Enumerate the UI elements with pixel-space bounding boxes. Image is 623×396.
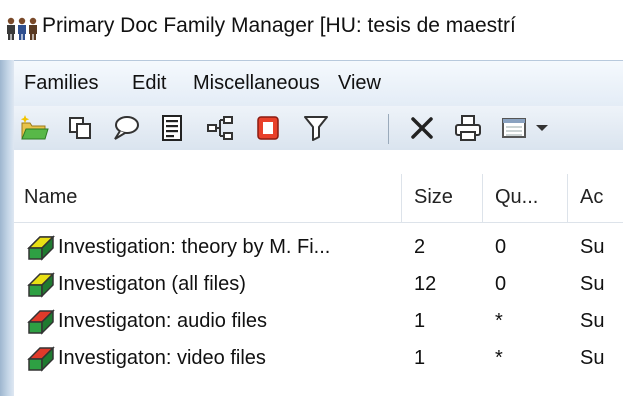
- new-family-button[interactable]: [18, 112, 50, 144]
- copy-button[interactable]: [64, 112, 96, 144]
- row-size: 1: [414, 310, 426, 332]
- row-name: Investigaton: video files: [58, 347, 266, 369]
- row-quotations: *: [495, 347, 503, 369]
- tree-icon: [207, 116, 233, 140]
- view-options-dropdown[interactable]: [532, 112, 552, 144]
- row-quotations: *: [495, 310, 503, 332]
- row-name: Investigation: theory by M. Fi...: [58, 236, 331, 258]
- print-icon: [455, 115, 481, 141]
- people-icon: [7, 17, 37, 40]
- window-title: Primary Doc Family Manager [HU: tesis de…: [42, 14, 516, 37]
- column-header-size[interactable]: Size: [414, 186, 453, 209]
- color-square-icon: [257, 116, 279, 140]
- menu-view[interactable]: View: [338, 72, 381, 95]
- column-header-quotations[interactable]: Qu...: [495, 186, 538, 209]
- properties-icon: [162, 115, 182, 141]
- menu-bar: Families Edit Miscellaneous View: [14, 60, 623, 107]
- row-author: Su: [580, 347, 605, 369]
- column-divider[interactable]: [567, 174, 568, 222]
- family-icon: [27, 272, 55, 298]
- print-button[interactable]: [452, 112, 484, 144]
- row-author: Su: [580, 273, 605, 295]
- delete-icon: [411, 117, 433, 139]
- toolbar: [14, 106, 623, 151]
- copy-icon: [69, 117, 91, 139]
- comment-button[interactable]: [110, 112, 142, 144]
- row-size: 12: [414, 273, 437, 295]
- toolbar-separator: [388, 114, 389, 144]
- table-row[interactable]: Investigation: theory by M. Fi... 2 0 Su: [14, 230, 623, 267]
- families-list: Name Size Qu... Ac Investigation: theory…: [14, 150, 623, 396]
- filter-icon: [304, 116, 328, 141]
- window-frame: [0, 60, 14, 396]
- row-name: Investigaton: audio files: [58, 310, 268, 332]
- row-size: 2: [414, 236, 426, 258]
- delete-button[interactable]: [406, 112, 438, 144]
- menu-edit[interactable]: Edit: [132, 72, 166, 95]
- row-quotations: 0: [495, 236, 507, 258]
- color-button[interactable]: [252, 112, 284, 144]
- view-options-icon: [502, 118, 526, 138]
- comment-icon: [114, 116, 139, 140]
- properties-button[interactable]: [156, 112, 188, 144]
- family-icon: [27, 346, 55, 372]
- column-header-name[interactable]: Name: [24, 186, 77, 209]
- row-quotations: 0: [495, 273, 507, 295]
- row-size: 1: [414, 347, 426, 369]
- menu-miscellaneous[interactable]: Miscellaneous: [193, 72, 320, 95]
- new-family-icon: [20, 115, 49, 140]
- filter-button[interactable]: [300, 112, 332, 144]
- column-divider[interactable]: [482, 174, 483, 222]
- table-row[interactable]: Investigaton: audio files 1 * Su: [14, 304, 623, 341]
- column-divider[interactable]: [401, 174, 402, 222]
- family-icon: [27, 309, 55, 335]
- list-header: Name Size Qu... Ac: [14, 174, 623, 223]
- table-row[interactable]: Investigaton: video files 1 * Su: [14, 341, 623, 378]
- row-author: Su: [580, 310, 605, 332]
- menu-families[interactable]: Families: [24, 72, 98, 95]
- table-row[interactable]: Investigaton (all files) 12 0 Su: [14, 267, 623, 304]
- title-bar: Primary Doc Family Manager [HU: tesis de…: [0, 0, 623, 60]
- column-header-author[interactable]: Ac: [580, 186, 603, 209]
- row-author: Su: [580, 236, 605, 258]
- row-name: Investigaton (all files): [58, 273, 246, 295]
- tree-button[interactable]: [204, 112, 236, 144]
- view-options-button[interactable]: [498, 112, 530, 144]
- family-icon: [27, 235, 55, 261]
- chevron-down-icon: [536, 125, 548, 131]
